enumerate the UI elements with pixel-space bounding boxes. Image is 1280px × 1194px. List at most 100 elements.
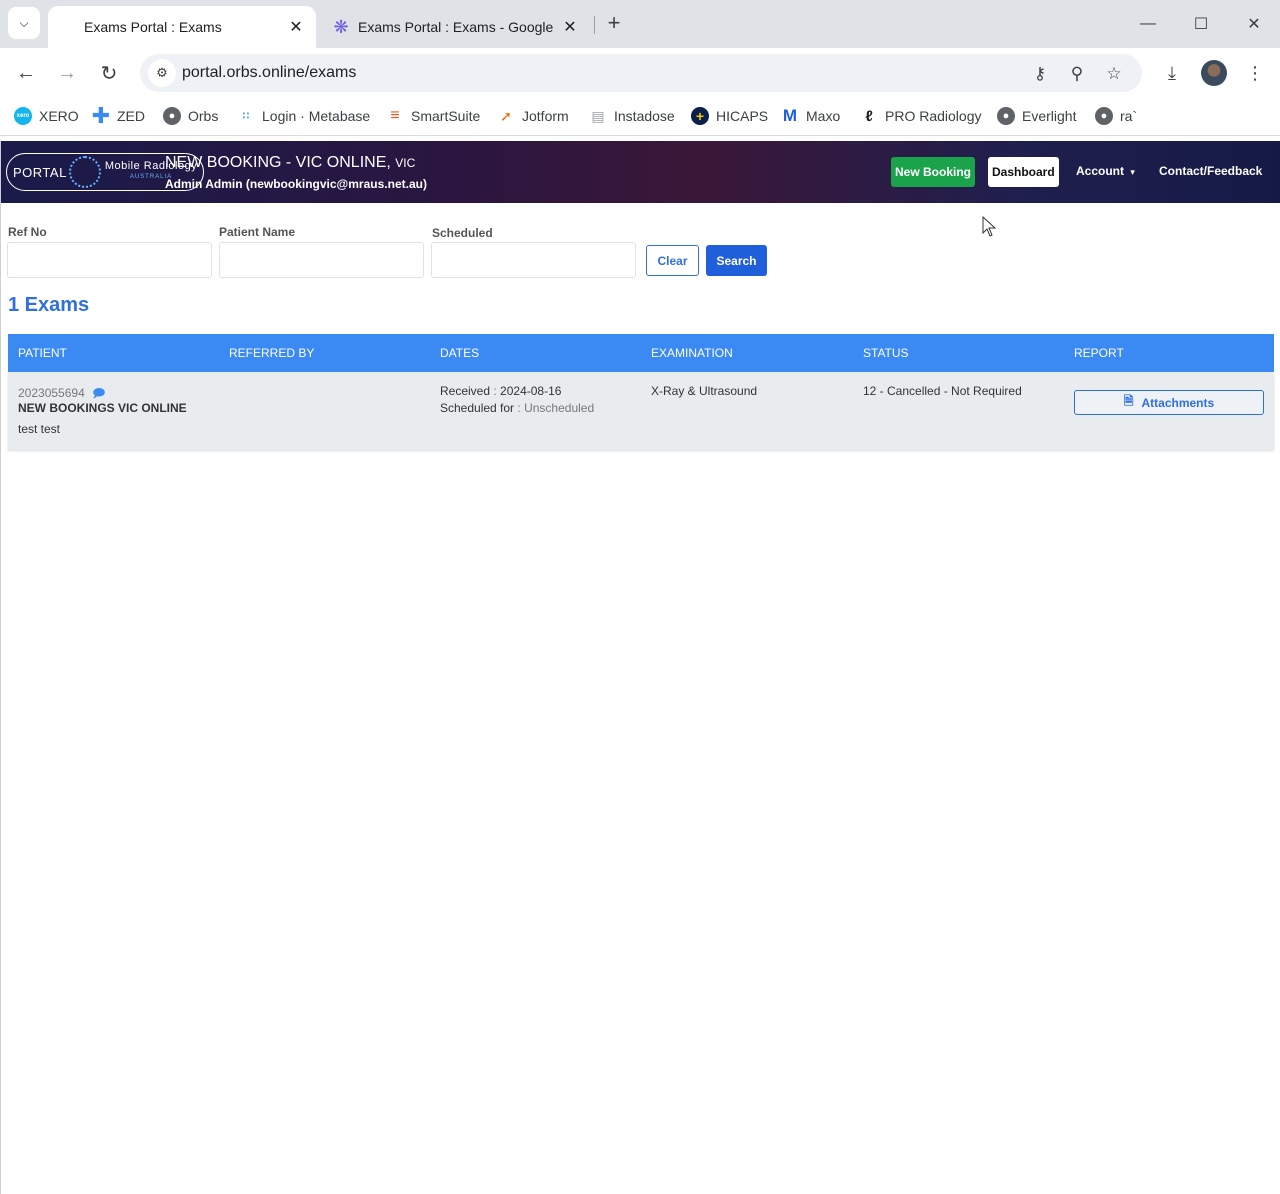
scheduled-value: Unscheduled <box>524 401 595 415</box>
tab-title: Exams Portal : Exams - Google ( <box>358 19 558 35</box>
bookmark-label: PRO Radiology <box>885 108 982 124</box>
scheduled-date: Scheduled for : Unscheduled <box>440 401 594 415</box>
bookmark-xero[interactable]: xero XERO <box>14 106 79 126</box>
close-icon[interactable]: ✕ <box>558 15 582 39</box>
bookmark-pro-radiology[interactable]: ℓ PRO Radiology <box>860 106 982 126</box>
smartsuite-icon: ≡ <box>390 107 400 124</box>
account-menu[interactable]: Account ▾ <box>1076 164 1135 178</box>
bookmark-label: Jotform <box>522 108 569 124</box>
jotform-icon: ➚ <box>500 107 512 124</box>
browser-tab-bar: ⌵ Exams Portal : Exams ✕ ❋ Exams Portal … <box>0 0 1280 48</box>
caret-down-icon: ▾ <box>1130 167 1135 177</box>
kebab-menu-icon[interactable]: ⋮ <box>1242 60 1268 86</box>
back-arrow-icon[interactable]: ← <box>11 58 41 88</box>
patient-name-label: Patient Name <box>219 225 296 239</box>
bookmark-metabase[interactable]: ∷ Login · Metabase <box>237 106 371 126</box>
mouse-cursor-icon <box>982 216 997 237</box>
bookmark-label: Everlight <box>1022 108 1077 124</box>
globe-icon: ● <box>1095 107 1113 125</box>
globe-icon: ● <box>163 107 181 125</box>
browser-tab-active[interactable]: Exams Portal : Exams ✕ <box>48 6 316 48</box>
page-title: NEW BOOKING - VIC ONLINE, VIC <box>165 154 415 172</box>
scheduled-input[interactable] <box>431 242 636 278</box>
forward-arrow-icon[interactable]: → <box>52 58 82 88</box>
bookmark-smartsuite[interactable]: ≡ SmartSuite <box>386 106 480 126</box>
page-left-border <box>0 141 1 1194</box>
account-menu-label: Account <box>1076 164 1124 178</box>
patient-name-input[interactable] <box>219 242 424 278</box>
zoom-icon[interactable]: ⚲ <box>1065 62 1089 86</box>
xero-icon: xero <box>14 107 32 125</box>
contact-feedback-link[interactable]: Contact/Feedback <box>1159 164 1262 178</box>
column-header-patient[interactable]: PATIENT <box>18 346 67 360</box>
logo-ring-icon <box>68 156 101 188</box>
page-title-text: NEW BOOKING - VIC ONLINE, <box>165 154 391 171</box>
download-icon[interactable]: ⤓ <box>1159 60 1185 86</box>
browser-toolbar: ← → ↻ ⚙ portal.orbs.online/exams ⚷ ⚲ ☆ ⤓… <box>0 48 1280 98</box>
current-user: Admin Admin (newbookingvic@mraus.net.au) <box>165 177 427 191</box>
bookmark-zed[interactable]: ✚ ZED <box>91 103 145 128</box>
bookmarks-bar: xero XERO ✚ ZED ● Orbs ∷ Login · Metabas… <box>0 98 1280 136</box>
metabase-icon: ∷ <box>242 110 250 122</box>
table-row[interactable]: 2023055694 🗩 NEW BOOKINGS VIC ONLINE tes… <box>8 372 1274 450</box>
bookmark-ra[interactable]: ● ra` <box>1095 106 1137 126</box>
column-header-report[interactable]: REPORT <box>1074 346 1124 360</box>
column-header-referred-by[interactable]: REFERRED BY <box>229 346 314 360</box>
plus-cross-icon: ✚ <box>91 103 111 128</box>
bookmark-maxo[interactable]: M Maxo <box>781 106 840 126</box>
tab-search-button[interactable]: ⌵ <box>8 7 40 39</box>
close-icon[interactable]: ✕ <box>284 15 308 39</box>
url-text[interactable]: portal.orbs.online/exams <box>182 64 356 82</box>
bookmark-label: Maxo <box>806 108 841 124</box>
exam-count-heading: 1 Exams <box>8 294 90 316</box>
new-tab-button[interactable]: + <box>602 12 626 36</box>
chevron-down-icon: ⌵ <box>19 15 29 30</box>
bookmark-everlight[interactable]: ● Everlight <box>997 106 1076 126</box>
scheduled-label-text: Scheduled for <box>440 401 515 415</box>
bookmark-label: Orbs <box>188 108 219 124</box>
ref-no-input[interactable] <box>7 242 212 278</box>
bookmark-jotform[interactable]: ➚ Jotform <box>497 106 569 126</box>
star-icon[interactable]: ☆ <box>1102 62 1126 86</box>
attachments-button[interactable]: 🗎 Attachments <box>1074 390 1264 415</box>
browser-tab-inactive[interactable]: ❋ Exams Portal : Exams - Google ( ✕ <box>322 6 590 48</box>
site-settings-icon[interactable]: ⚙ <box>148 59 176 87</box>
patient-id[interactable]: 2023055694 <box>18 386 85 400</box>
reload-icon[interactable]: ↻ <box>94 58 124 88</box>
asterisk-favicon-icon: ❋ <box>333 16 349 37</box>
attachments-label: Attachments <box>1141 395 1215 410</box>
avatar[interactable] <box>1201 60 1227 86</box>
maxo-icon: M <box>782 106 798 125</box>
maximize-icon[interactable]: ☐ <box>1189 12 1213 36</box>
window-close-icon[interactable]: ✕ <box>1242 12 1266 36</box>
document-icon: ▤ <box>591 107 605 124</box>
pro-radiology-icon: ℓ <box>865 107 873 125</box>
address-bar[interactable]: ⚙ portal.orbs.online/exams ⚷ ⚲ ☆ <box>140 54 1142 92</box>
bookmark-orbs[interactable]: ● Orbs <box>163 106 218 126</box>
dashboard-button[interactable]: Dashboard <box>988 157 1059 187</box>
bookmark-label: Login · Metabase <box>262 108 371 124</box>
bookmark-label: ra` <box>1120 108 1138 124</box>
bookmark-instadose[interactable]: ▤ Instadose <box>589 106 675 126</box>
bookmark-hicaps[interactable]: + HICAPS <box>691 106 768 126</box>
examination-cell: X-Ray & Ultrasound <box>651 384 758 398</box>
minimize-icon[interactable]: — <box>1136 12 1160 36</box>
bookmark-label: SmartSuite <box>411 108 481 124</box>
logo-portal-text: PORTAL <box>13 164 67 180</box>
column-header-dates[interactable]: DATES <box>440 346 479 360</box>
search-button[interactable]: Search <box>706 245 767 276</box>
key-icon[interactable]: ⚷ <box>1028 62 1052 86</box>
new-booking-button[interactable]: New Booking <box>891 157 976 187</box>
scheduled-separator: : <box>514 401 525 415</box>
page-title-state: VIC <box>395 156 416 170</box>
bookmark-label: ZED <box>117 108 145 124</box>
bookmark-label: Instadose <box>614 108 675 124</box>
comment-icon[interactable]: 🗩 <box>92 386 105 400</box>
tab-separator <box>594 16 595 34</box>
column-header-examination[interactable]: EXAMINATION <box>651 346 733 360</box>
clear-button[interactable]: Clear <box>646 245 699 276</box>
column-header-status[interactable]: STATUS <box>863 346 909 360</box>
received-label: Received <box>440 384 491 398</box>
patient-note: test test <box>18 422 61 436</box>
received-date: Received : 2024-08-16 <box>440 384 561 398</box>
